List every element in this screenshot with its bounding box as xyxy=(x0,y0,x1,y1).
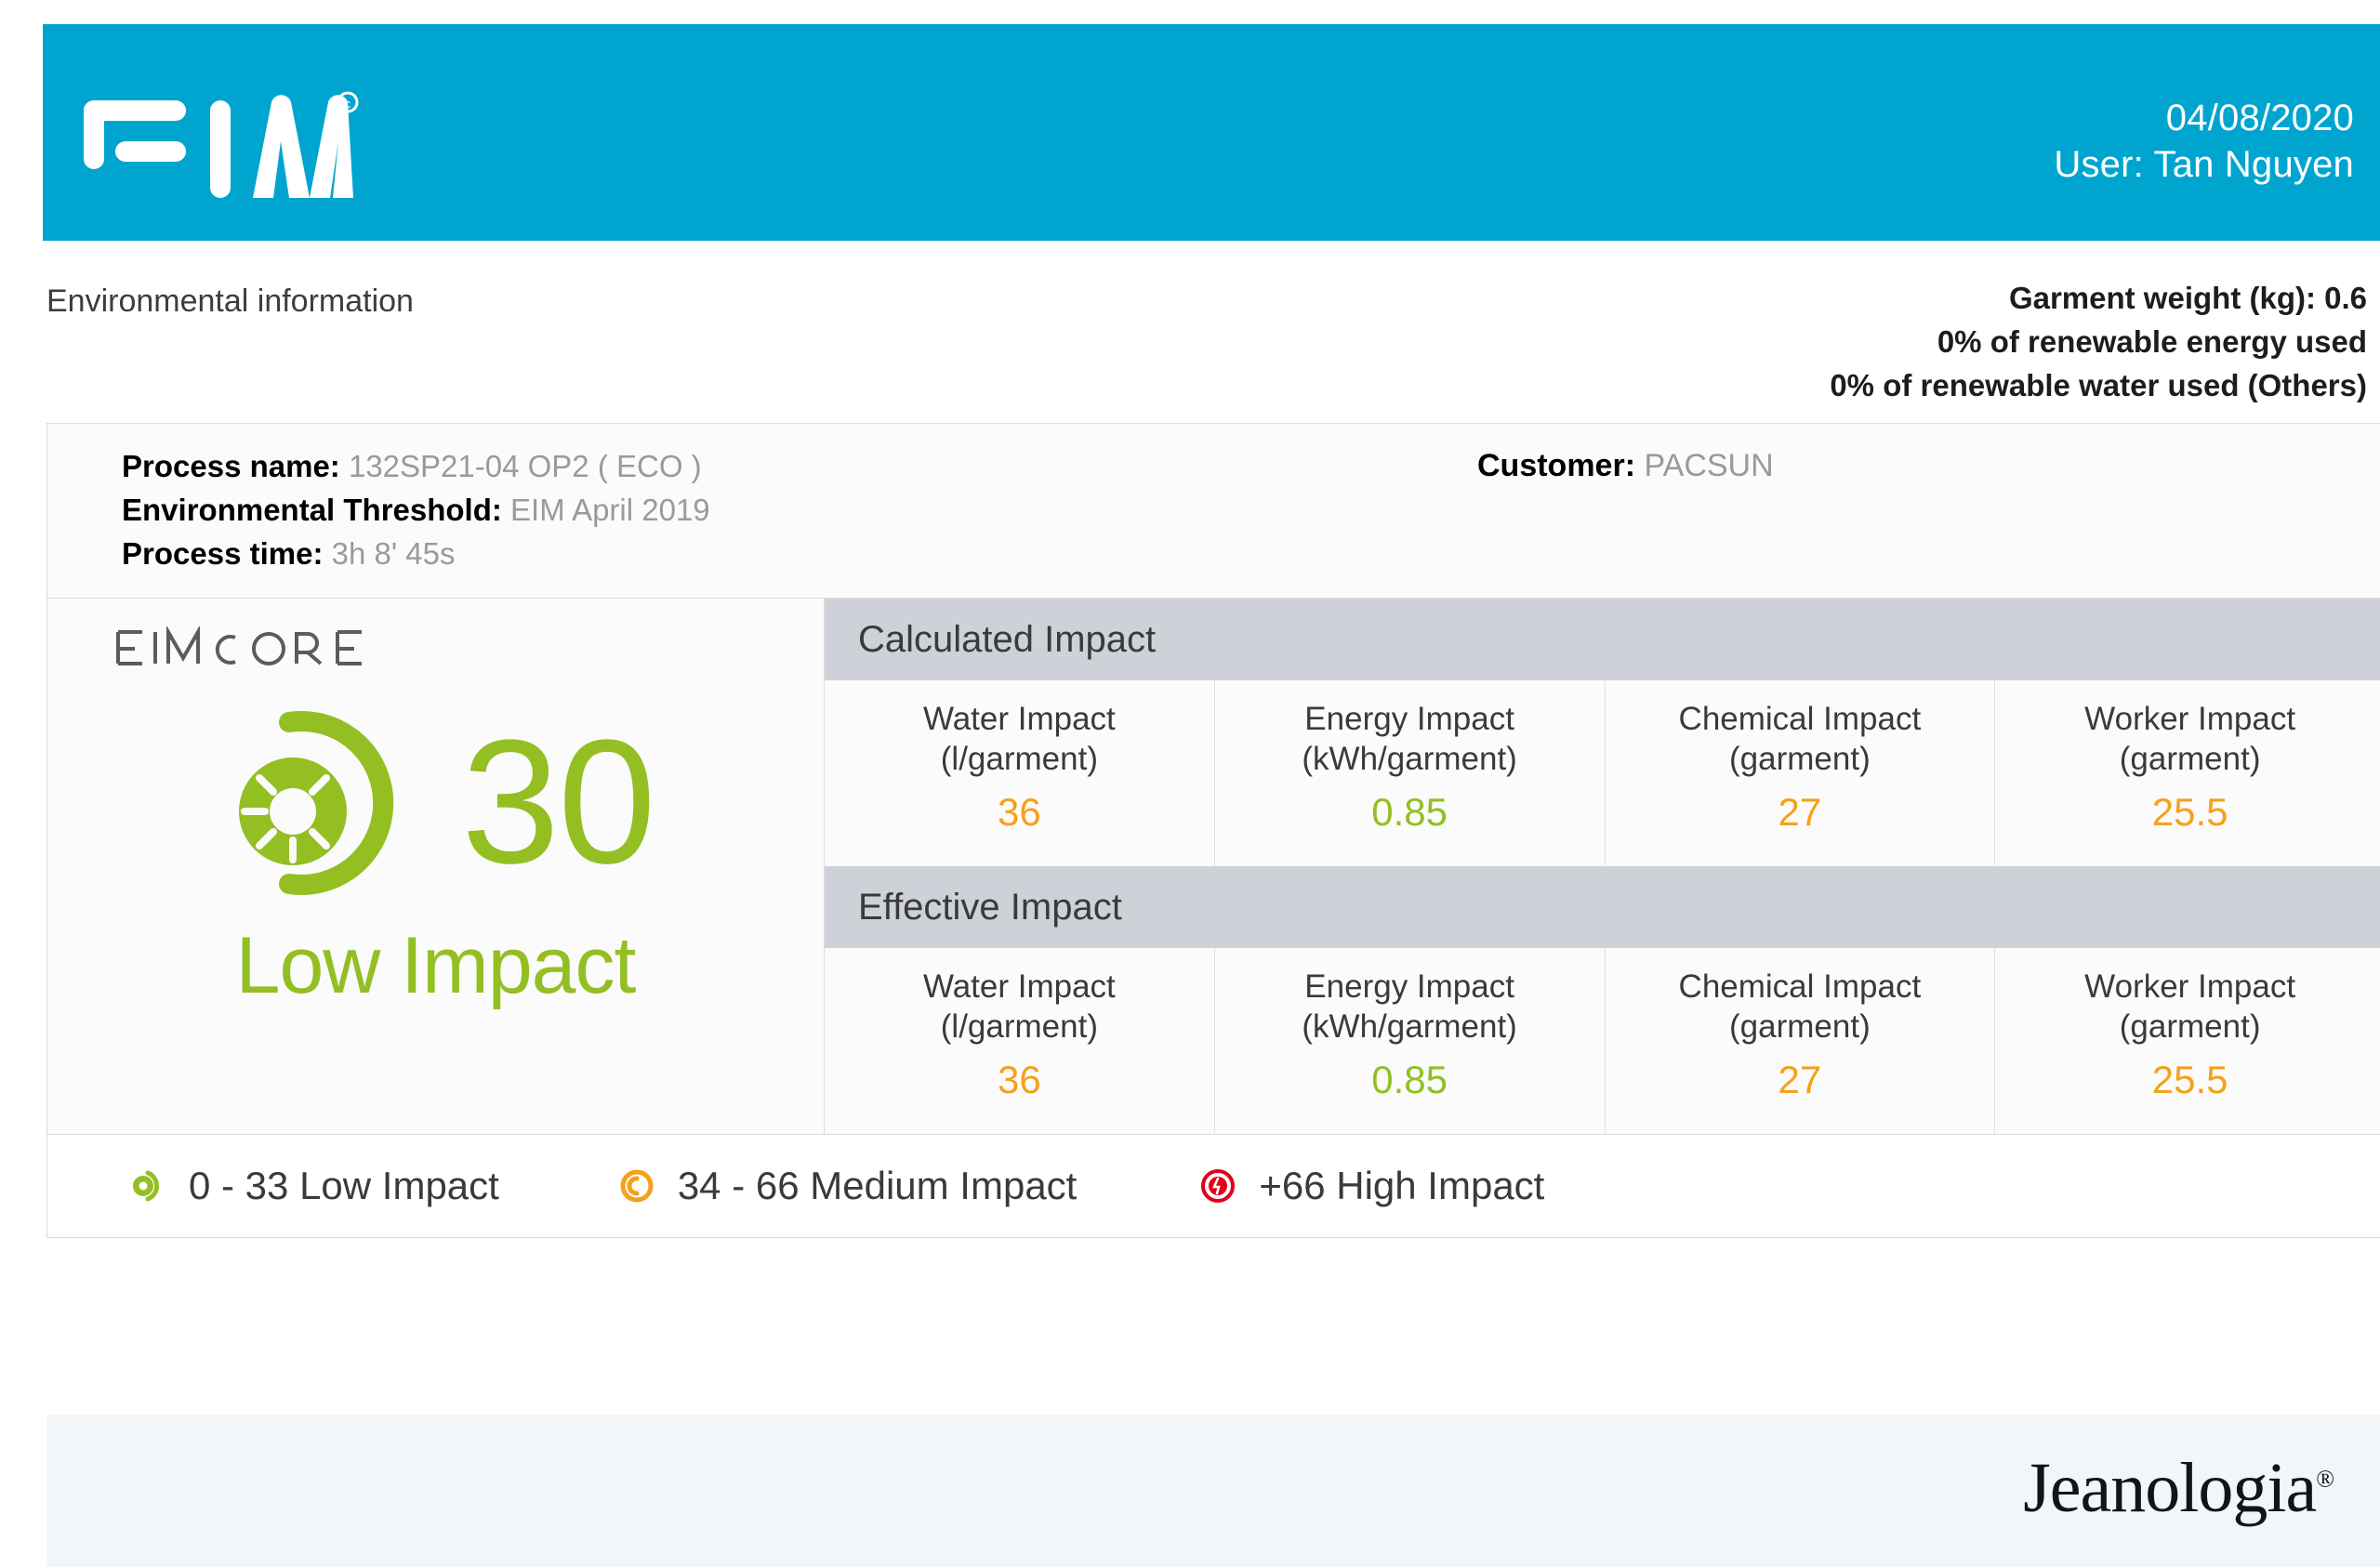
metric-name: Energy Impact xyxy=(1304,968,1514,1005)
legend-item-low: 0 - 33 Low Impact xyxy=(127,1164,499,1208)
report-date: 04/08/2020 xyxy=(2165,98,2354,138)
high-impact-icon xyxy=(1197,1165,1238,1206)
legend-label-low: 0 - 33 Low Impact xyxy=(189,1164,499,1207)
process-name-value: 132SP21-04 OP2 ( ECO ) xyxy=(348,449,702,483)
process-name-row: Process name: 132SP21-04 OP2 ( ECO ) xyxy=(122,444,2380,488)
metric-name: Worker Impact xyxy=(2084,701,2296,737)
environmental-threshold-label: Environmental Threshold: xyxy=(122,493,502,527)
customer-row: Customer: PACSUN xyxy=(1477,444,1774,488)
metric-cell: Chemical Impact (garment) 27 xyxy=(1606,948,1996,1134)
eim-score-label: Low Impact xyxy=(235,921,637,1010)
process-details: Process name: 132SP21-04 OP2 ( ECO ) Env… xyxy=(47,424,2380,599)
metric-name: Chemical Impact xyxy=(1678,701,1922,737)
impact-report-card: Process name: 132SP21-04 OP2 ( ECO ) Env… xyxy=(46,423,2380,1238)
report-user: User: Tan Nguyen xyxy=(2054,144,2354,185)
metric-value: 0.85 xyxy=(1371,790,1448,834)
metric-cell: Worker Impact (garment) 25.5 xyxy=(1995,948,2380,1134)
metric-unit: (l/garment) xyxy=(940,741,1098,777)
environmental-information-title: Environmental information xyxy=(46,283,414,319)
customer-value: PACSUN xyxy=(1644,448,1774,483)
metric-value: 36 xyxy=(998,790,1041,834)
legend-label-high: +66 High Impact xyxy=(1259,1164,1545,1207)
process-time-label: Process time: xyxy=(122,536,324,571)
registered-mark: ® xyxy=(2316,1465,2334,1493)
metric-cell: Water Impact (l/garment) 36 xyxy=(825,680,1215,866)
page-footer: Jeanologia® xyxy=(46,1415,2380,1567)
metric-value: 27 xyxy=(1778,1058,1822,1101)
metric-name: Water Impact xyxy=(922,701,1116,737)
card-body: 30 Low Impact Calculated Impact Water Im… xyxy=(47,599,2380,1135)
eim-score-title xyxy=(114,626,824,682)
renewable-water: 0% of renewable water used (Others) xyxy=(1830,368,2367,402)
metric-value: 25.5 xyxy=(2151,1058,2228,1101)
header-meta: 04/08/2020 User: Tan Nguyen xyxy=(2054,95,2354,188)
customer-label: Customer: xyxy=(1477,448,1636,483)
metric-value: 25.5 xyxy=(2151,790,2228,834)
eim-score-gauge-icon xyxy=(217,707,444,898)
legend-item-medium: 34 - 66 Medium Impact xyxy=(616,1164,1078,1208)
metric-cell: Water Impact (l/garment) 36 xyxy=(825,948,1215,1134)
effective-impact-band: Effective Impact xyxy=(825,866,2380,948)
metric-unit: (kWh/garment) xyxy=(1302,741,1517,777)
eim-score-panel: 30 Low Impact xyxy=(47,599,825,1134)
metric-value: 27 xyxy=(1778,790,1822,834)
metric-unit: (garment) xyxy=(2119,1008,2261,1045)
metric-unit: (l/garment) xyxy=(940,1008,1098,1045)
metric-name: Chemical Impact xyxy=(1678,968,1922,1005)
page-header: c 04/08/2020 User: Tan Nguyen xyxy=(43,24,2380,241)
jeanologia-wordmark: Jeanologia xyxy=(2023,1449,2317,1527)
metric-cell: Energy Impact (kWh/garment) 0.85 xyxy=(1215,948,1606,1134)
effective-impact-metrics: Water Impact (l/garment) 36 Energy Impac… xyxy=(825,948,2380,1134)
environmental-threshold-row: Environmental Threshold: EIM April 2019 xyxy=(122,488,2380,532)
low-impact-icon xyxy=(127,1165,168,1206)
legend-label-medium: 34 - 66 Medium Impact xyxy=(677,1164,1078,1207)
calculated-impact-band: Calculated Impact xyxy=(825,599,2380,680)
metric-value: 36 xyxy=(998,1058,1041,1101)
garment-weight: Garment weight (kg): 0.6 xyxy=(2008,281,2367,315)
metric-cell: Chemical Impact (garment) 27 xyxy=(1606,680,1996,866)
metric-unit: (garment) xyxy=(2119,741,2261,777)
legend-item-high: +66 High Impact xyxy=(1197,1164,1544,1208)
metric-cell: Energy Impact (kWh/garment) 0.85 xyxy=(1215,680,1606,866)
eim-score-main: 30 xyxy=(47,704,824,900)
metric-value: 0.85 xyxy=(1371,1058,1448,1101)
svg-text:c: c xyxy=(345,97,351,111)
metric-unit: (garment) xyxy=(1729,1008,1871,1045)
garment-summary: Garment weight (kg): 0.6 0% of renewable… xyxy=(1830,276,2367,407)
metric-cell: Worker Impact (garment) 25.5 xyxy=(1995,680,2380,866)
environmental-threshold-value: EIM April 2019 xyxy=(510,493,710,527)
metric-unit: (kWh/garment) xyxy=(1302,1008,1517,1045)
impact-legend: 0 - 33 Low Impact 34 - 66 Medium Impact xyxy=(47,1135,2380,1237)
impact-tables: Calculated Impact Water Impact (l/garmen… xyxy=(825,599,2380,1134)
process-name-label: Process name: xyxy=(122,449,340,483)
calculated-impact-metrics: Water Impact (l/garment) 36 Energy Impac… xyxy=(825,680,2380,866)
metric-name: Water Impact xyxy=(922,968,1116,1005)
process-time-value: 3h 8' 45s xyxy=(331,536,456,571)
metric-unit: (garment) xyxy=(1729,741,1871,777)
process-time-row: Process time: 3h 8' 45s xyxy=(122,532,2380,575)
jeanologia-logo: Jeanologia® xyxy=(2023,1448,2334,1529)
eim-logo-icon: c xyxy=(80,67,359,202)
medium-impact-icon xyxy=(616,1165,657,1206)
metric-name: Energy Impact xyxy=(1304,701,1514,737)
renewable-energy: 0% of renewable energy used xyxy=(1937,324,2367,359)
metric-name: Worker Impact xyxy=(2084,968,2296,1005)
eim-score-value: 30 xyxy=(461,704,655,901)
